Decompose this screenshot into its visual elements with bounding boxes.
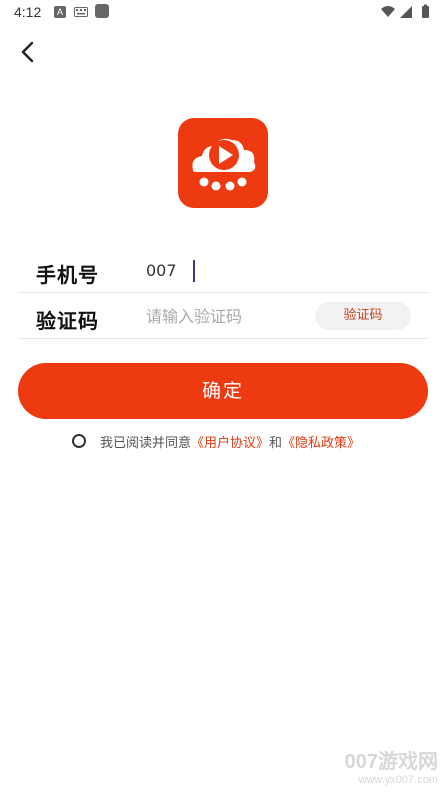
code-row: 验证码 验证码: [18, 293, 428, 339]
code-input[interactable]: [146, 303, 306, 329]
a-notification-icon: A: [54, 6, 66, 18]
chevron-left-icon: [21, 41, 34, 63]
phone-input[interactable]: [146, 257, 306, 283]
system-status-icons: [381, 4, 429, 18]
video-cloud-logo-icon: [192, 138, 256, 191]
get-code-button[interactable]: 验证码: [315, 302, 411, 330]
confirm-button[interactable]: 确定: [18, 363, 428, 419]
text-caret: [193, 260, 195, 282]
keyboard-icon: [74, 7, 88, 17]
agreement-and: 和: [269, 435, 283, 451]
status-bar: 4:12 A: [0, 0, 446, 24]
back-button[interactable]: [14, 38, 44, 68]
app-notification-icon: [95, 4, 109, 18]
watermark: 007游戏网 www.yx007.com: [345, 745, 438, 786]
privacy-policy-link[interactable]: 《隐私政策》: [282, 432, 360, 451]
code-label: 验证码: [36, 309, 99, 333]
phone-label: 手机号: [36, 263, 99, 287]
phone-row: 手机号: [18, 247, 428, 293]
app-logo: [178, 118, 268, 208]
agree-radio[interactable]: [72, 434, 86, 448]
user-agreement-link[interactable]: 《用户协议》: [191, 432, 269, 451]
agreement-row: 我已阅读并同意 《用户协议》 和 《隐私政策》: [72, 431, 360, 451]
watermark-title: 007游戏网: [344, 751, 438, 773]
status-time: 4:12: [14, 4, 42, 20]
watermark-url: www.yx007.com: [358, 774, 438, 786]
agreement-prefix: 我已阅读并同意: [100, 435, 192, 451]
